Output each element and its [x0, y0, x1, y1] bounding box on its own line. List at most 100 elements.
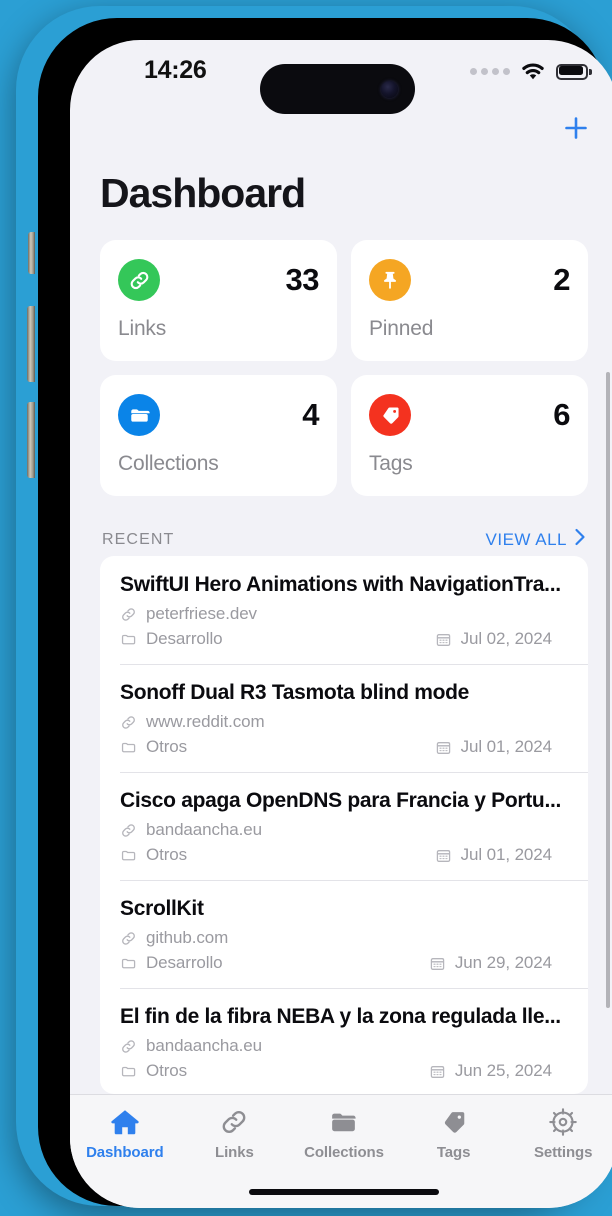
status-indicators — [470, 62, 592, 81]
calendar-icon — [429, 955, 446, 972]
calendar-icon — [435, 847, 452, 864]
item-collection: Desarrollo — [146, 629, 223, 648]
page-title: Dashboard — [100, 170, 306, 216]
calendar-icon — [429, 1063, 446, 1080]
link-icon — [120, 930, 137, 947]
stat-label: Pinned — [369, 317, 434, 340]
tab-label: Tags — [436, 1144, 471, 1161]
list-item[interactable]: Sonoff Dual R3 Tasmota blind mode www.re… — [100, 664, 588, 772]
calendar-icon — [435, 631, 452, 648]
item-domain-row: bandaancha.eu — [120, 820, 568, 840]
stat-card-links[interactable]: 33 Links — [100, 240, 337, 361]
item-collection: Otros — [146, 737, 188, 756]
tab-settings[interactable]: Settings — [508, 1105, 612, 1161]
item-domain-row: peterfriese.dev — [120, 604, 568, 624]
stat-card-pinned[interactable]: 2 Pinned — [351, 240, 588, 361]
tab-links[interactable]: Links — [180, 1105, 290, 1161]
add-button[interactable] — [556, 108, 596, 148]
pin-icon-badge — [369, 259, 411, 301]
tab-label: Settings — [533, 1144, 593, 1161]
item-title: ScrollKit — [120, 897, 204, 920]
item-title: SwiftUI Hero Animations with NavigationT… — [120, 573, 561, 596]
chevron-right-icon — [574, 528, 586, 551]
recent-label: RECENT — [102, 530, 175, 548]
vertical-scrollbar[interactable] — [606, 372, 610, 1008]
item-domain-row: github.com — [120, 928, 568, 948]
link-icon-badge — [118, 259, 160, 301]
item-title: El fin de la fibra NEBA y la zona regula… — [120, 1005, 561, 1028]
item-date: Jul 02, 2024 — [460, 629, 553, 648]
list-item[interactable]: Cisco apaga OpenDNS para Francia y Portu… — [100, 772, 588, 880]
stat-label: Links — [118, 317, 167, 340]
item-collection: Desarrollo — [146, 953, 223, 972]
item-domain: bandaancha.eu — [146, 820, 262, 839]
stat-card-collections[interactable]: 4 Collections — [100, 375, 337, 496]
stat-value: 33 — [285, 262, 320, 297]
list-item[interactable]: SwiftUI Hero Animations with NavigationT… — [100, 556, 588, 664]
folder-icon-badge — [118, 394, 160, 436]
dynamic-island — [260, 64, 415, 114]
status-time: 14:26 — [144, 56, 207, 84]
recent-section-header: RECENT VIEW ALL — [70, 528, 612, 551]
link-icon — [120, 606, 137, 623]
tab-label: Dashboard — [86, 1144, 164, 1161]
tab-tags[interactable]: Tags — [399, 1105, 509, 1161]
tag-icon-badge — [369, 394, 411, 436]
item-domain-row: www.reddit.com — [120, 712, 568, 732]
stat-value: 2 — [553, 262, 570, 297]
dashboard-content: 33 Links 2 Pinned 4 Collections 6 Tags R… — [70, 232, 612, 1094]
item-collection-date-row: Desarrollo Jul 02, 2024 — [120, 629, 568, 649]
tab-bar: Dashboard Links Collections Tags Setting… — [70, 1094, 612, 1208]
view-all-label: VIEW ALL — [485, 529, 567, 549]
folder-icon — [120, 739, 137, 756]
tab-dashboard[interactable]: Dashboard — [70, 1105, 180, 1161]
home-indicator[interactable] — [249, 1189, 439, 1195]
calendar-icon — [435, 739, 452, 756]
item-date: Jun 25, 2024 — [454, 1061, 552, 1080]
cellular-dots-icon — [470, 68, 510, 75]
view-all-button[interactable]: VIEW ALL — [486, 528, 586, 551]
item-title: Cisco apaga OpenDNS para Francia y Portu… — [120, 789, 562, 812]
tag-icon — [439, 1105, 469, 1139]
item-collection: Otros — [146, 1061, 188, 1080]
item-collection-date-row: Otros Jul 01, 2024 — [120, 845, 568, 865]
folder-icon — [120, 955, 137, 972]
tab-label: Collections — [304, 1144, 384, 1161]
item-title: Sonoff Dual R3 Tasmota blind mode — [120, 681, 470, 704]
item-collection-date-row: Otros Jun 25, 2024 — [120, 1061, 568, 1081]
stat-value: 6 — [553, 397, 570, 432]
folder-icon — [328, 1105, 359, 1139]
stat-label: Tags — [369, 452, 413, 475]
item-domain: bandaancha.eu — [146, 1036, 262, 1055]
battery-full-icon — [556, 63, 592, 80]
front-camera-icon — [381, 81, 398, 98]
volume-up-button[interactable] — [27, 306, 35, 382]
recent-list[interactable]: SwiftUI Hero Animations with NavigationT… — [100, 556, 588, 1094]
tab-collections[interactable]: Collections — [289, 1105, 399, 1161]
item-domain: www.reddit.com — [146, 712, 265, 731]
silent-switch[interactable] — [28, 232, 35, 274]
item-domain-row: bandaancha.eu — [120, 1036, 568, 1056]
stat-card-tags[interactable]: 6 Tags — [351, 375, 588, 496]
list-item[interactable]: ScrollKit github.com Desarrollo Jun 29, … — [100, 880, 588, 988]
stat-label: Collections — [118, 452, 219, 475]
stats-grid: 33 Links 2 Pinned 4 Collections 6 Tags — [70, 240, 612, 496]
phone-bezel: 14:26 Dashboard 33 Links 2 Pinned 4 Coll… — [38, 18, 612, 1208]
stat-value: 4 — [302, 397, 319, 432]
phone-frame: 14:26 Dashboard 33 Links 2 Pinned 4 Coll… — [16, 6, 612, 1208]
folder-icon — [120, 631, 137, 648]
gear-icon — [548, 1105, 578, 1139]
item-date: Jul 01, 2024 — [460, 845, 553, 864]
item-collection: Otros — [146, 845, 188, 864]
tab-label: Links — [215, 1144, 254, 1161]
link-icon — [219, 1105, 249, 1139]
folder-icon — [120, 1063, 137, 1080]
phone-screen: 14:26 Dashboard 33 Links 2 Pinned 4 Coll… — [70, 40, 612, 1208]
wifi-icon — [520, 62, 546, 81]
item-date: Jun 29, 2024 — [454, 953, 552, 972]
link-icon — [120, 714, 137, 731]
list-item[interactable]: El fin de la fibra NEBA y la zona regula… — [100, 988, 588, 1094]
volume-down-button[interactable] — [27, 402, 35, 478]
item-domain: peterfriese.dev — [146, 604, 257, 623]
item-date: Jul 01, 2024 — [460, 737, 553, 756]
